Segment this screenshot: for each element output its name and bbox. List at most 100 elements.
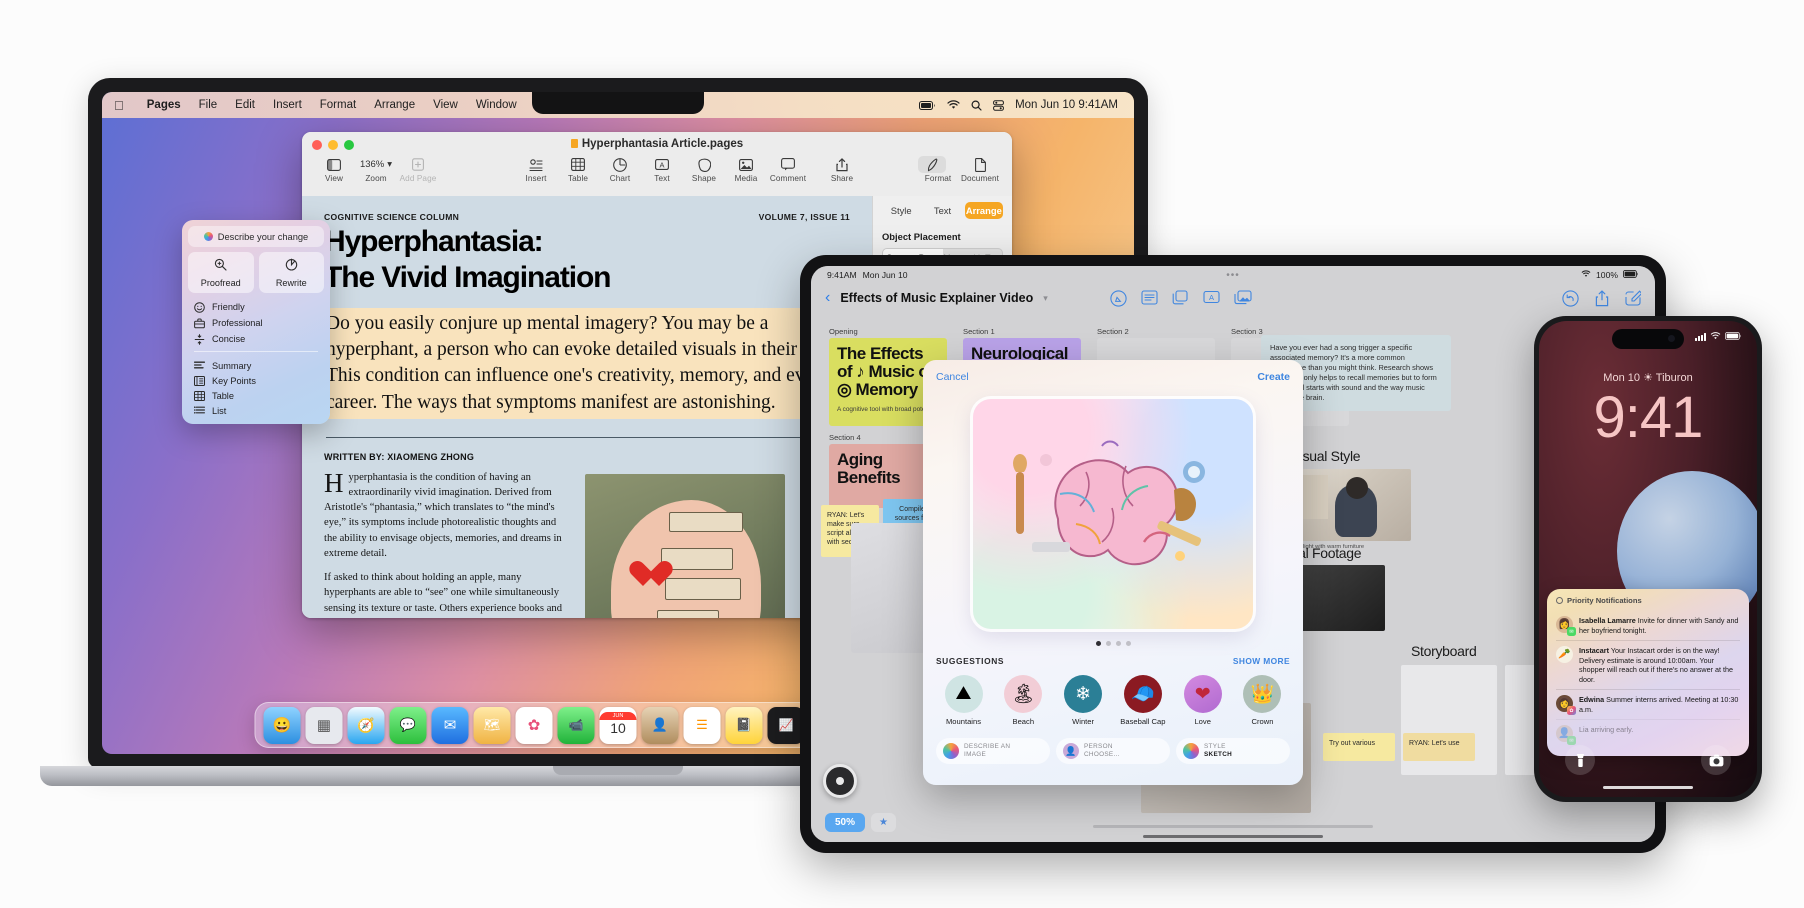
- zoom-level-button[interactable]: 50%: [825, 813, 866, 832]
- suggestion-winter[interactable]: ❄ Winter: [1056, 675, 1111, 726]
- toolbar-shape-button[interactable]: Shape: [684, 156, 724, 183]
- person-field[interactable]: 👤 PERSON CHOOSE...: [1056, 738, 1170, 764]
- tab-arrange[interactable]: Arrange: [964, 202, 1003, 219]
- format-summary[interactable]: Summary: [188, 358, 324, 373]
- apple-logo-icon[interactable]: : [114, 99, 124, 112]
- menu-file[interactable]: File: [190, 99, 227, 111]
- describe-an-image-field[interactable]: DESCRIBE AN IMAGE: [936, 738, 1050, 764]
- create-button[interactable]: Create: [1257, 371, 1290, 383]
- tone-concise[interactable]: Concise: [188, 331, 324, 347]
- page-dot-4[interactable]: [1125, 641, 1131, 646]
- tab-style[interactable]: Style: [882, 202, 920, 219]
- format-list[interactable]: List: [188, 403, 324, 418]
- control-center-icon[interactable]: [993, 99, 1004, 111]
- dock-item-contacts[interactable]: 👤: [641, 706, 679, 744]
- dock-item-photos[interactable]: ✿: [515, 706, 553, 744]
- menu-view[interactable]: View: [424, 99, 467, 111]
- dock-item-mail[interactable]: ✉: [431, 706, 469, 744]
- sticky-note-icon[interactable]: [1141, 289, 1158, 307]
- suggestion-love[interactable]: ❤ Love: [1175, 675, 1230, 726]
- toolbar-view-button[interactable]: View: [314, 156, 354, 183]
- toolbar-format-button[interactable]: Format: [918, 156, 958, 183]
- flashlight-button[interactable]: [1565, 745, 1595, 775]
- dock-item-stocks[interactable]: 📈: [767, 706, 805, 744]
- dock-item-launchpad[interactable]: ▦: [305, 706, 343, 744]
- style-field[interactable]: STYLE SKETCH: [1176, 738, 1290, 764]
- media-icon[interactable]: [1234, 289, 1252, 307]
- toolbar-zoom-control[interactable]: 136% ▾ Zoom: [356, 156, 396, 183]
- notification-item[interactable]: 👩 ✉ Isabella Lamarre Invite for dinner w…: [1556, 611, 1740, 640]
- notification-item[interactable]: 👤 ✉ Lia arriving early.: [1556, 719, 1740, 747]
- camera-button[interactable]: [1701, 745, 1731, 775]
- search-icon[interactable]: [971, 99, 982, 111]
- suggestion-beach[interactable]: 🏝 Beach: [996, 675, 1051, 726]
- show-more-button[interactable]: SHOW MORE: [1233, 656, 1290, 666]
- suggestion-crown[interactable]: 👑 Crown: [1235, 675, 1290, 726]
- image-page-indicator[interactable]: [936, 641, 1290, 646]
- board-visual-style-group[interactable]: Visual Style Soft light with warm furnit…: [1291, 448, 1411, 550]
- suggestion-baseball-cap[interactable]: 🧢 Baseball Cap: [1115, 675, 1170, 726]
- format-key-points[interactable]: Key Points: [188, 373, 324, 388]
- rewrite-button[interactable]: Rewrite: [258, 252, 324, 293]
- dock-item-maps[interactable]: 🗺: [473, 706, 511, 744]
- drawing-tool-wheel[interactable]: [823, 764, 857, 798]
- visual-style-image[interactable]: [1291, 469, 1411, 541]
- dock-item-safari[interactable]: 🧭: [347, 706, 385, 744]
- pen-icon[interactable]: [1110, 289, 1127, 307]
- battery-icon[interactable]: [919, 100, 936, 110]
- toolbar-media-button[interactable]: Media: [726, 156, 766, 183]
- cancel-button[interactable]: Cancel: [936, 371, 969, 383]
- menu-window[interactable]: Window: [467, 99, 526, 111]
- menu-edit[interactable]: Edit: [226, 99, 264, 111]
- toolbar-share-button[interactable]: Share: [822, 156, 862, 183]
- toolbar-add-page-button[interactable]: Add Page: [398, 156, 438, 183]
- dock-item-notes[interactable]: 📓: [725, 706, 763, 744]
- page-dot-2[interactable]: [1105, 641, 1111, 646]
- back-button[interactable]: ‹: [825, 290, 830, 306]
- tab-text[interactable]: Text: [923, 202, 961, 219]
- shape-icon[interactable]: [1172, 289, 1189, 307]
- dock-item-reminders[interactable]: ☰: [683, 706, 721, 744]
- describe-your-change-input[interactable]: Describe your change: [188, 226, 324, 247]
- board-title[interactable]: Effects of Music Explainer Video: [840, 291, 1033, 305]
- priority-notifications-stack[interactable]: Priority Notifications 👩 ✉ Isabella Lama…: [1547, 589, 1749, 756]
- undo-icon[interactable]: [1562, 289, 1579, 307]
- document-canvas[interactable]: COGNITIVE SCIENCE COLUMN VOLUME 7, ISSUE…: [302, 196, 872, 618]
- text-box-icon[interactable]: A: [1203, 290, 1220, 307]
- format-table[interactable]: Table: [188, 388, 324, 403]
- toolbar-comment-button[interactable]: Comment: [768, 156, 808, 183]
- dock-item-calendar[interactable]: JUN 10: [599, 706, 637, 744]
- toolbar-document-button[interactable]: Document: [960, 156, 1000, 183]
- dock-item-finder[interactable]: 😀: [263, 706, 301, 744]
- tone-friendly[interactable]: Friendly: [188, 299, 324, 315]
- sticky-note-try[interactable]: Try out various: [1323, 733, 1395, 761]
- toolbar-insert-button[interactable]: Insert: [516, 156, 556, 183]
- menu-arrange[interactable]: Arrange: [365, 99, 424, 111]
- document-illustration[interactable]: [585, 473, 785, 618]
- suggestion-mountains[interactable]: ⛰ Mountains: [936, 675, 991, 726]
- notification-item[interactable]: 👩 ✿ Edwina Summer interns arrived. Meeti…: [1556, 689, 1740, 719]
- generated-image-preview[interactable]: [973, 399, 1253, 629]
- menu-insert[interactable]: Insert: [264, 99, 311, 111]
- ipad-multitask-handle[interactable]: •••: [1226, 270, 1240, 281]
- menu-pages[interactable]: Pages: [138, 99, 190, 111]
- chevron-down-icon[interactable]: ▾: [1043, 293, 1048, 304]
- dock-item-facetime[interactable]: 📹: [557, 706, 595, 744]
- compose-icon[interactable]: [1625, 289, 1641, 307]
- page-dot-3[interactable]: [1115, 641, 1121, 646]
- wifi-icon[interactable]: [947, 100, 960, 110]
- tone-professional[interactable]: Professional: [188, 315, 324, 331]
- page-dot-1[interactable]: [1095, 641, 1101, 646]
- toolbar-text-button[interactable]: A Text: [642, 156, 682, 183]
- share-icon[interactable]: [1595, 289, 1609, 307]
- freeform-board[interactable]: Opening The Effects of ♪ Music on ◎ Memo…: [811, 313, 1655, 842]
- notification-item[interactable]: 🥕 Instacart Your Instacart order is on t…: [1556, 640, 1740, 689]
- toolbar-table-button[interactable]: Table: [558, 156, 598, 183]
- toolbar-chart-button[interactable]: Chart: [600, 156, 640, 183]
- menubar-clock[interactable]: Mon Jun 10 9:41AM: [1015, 99, 1118, 111]
- star-icon[interactable]: ★: [871, 813, 896, 832]
- proofread-button[interactable]: Proofread: [188, 252, 254, 293]
- menu-format[interactable]: Format: [311, 99, 365, 111]
- dock-item-messages[interactable]: 💬: [389, 706, 427, 744]
- sticky-note-ryan2[interactable]: RYAN: Let's use: [1403, 733, 1475, 761]
